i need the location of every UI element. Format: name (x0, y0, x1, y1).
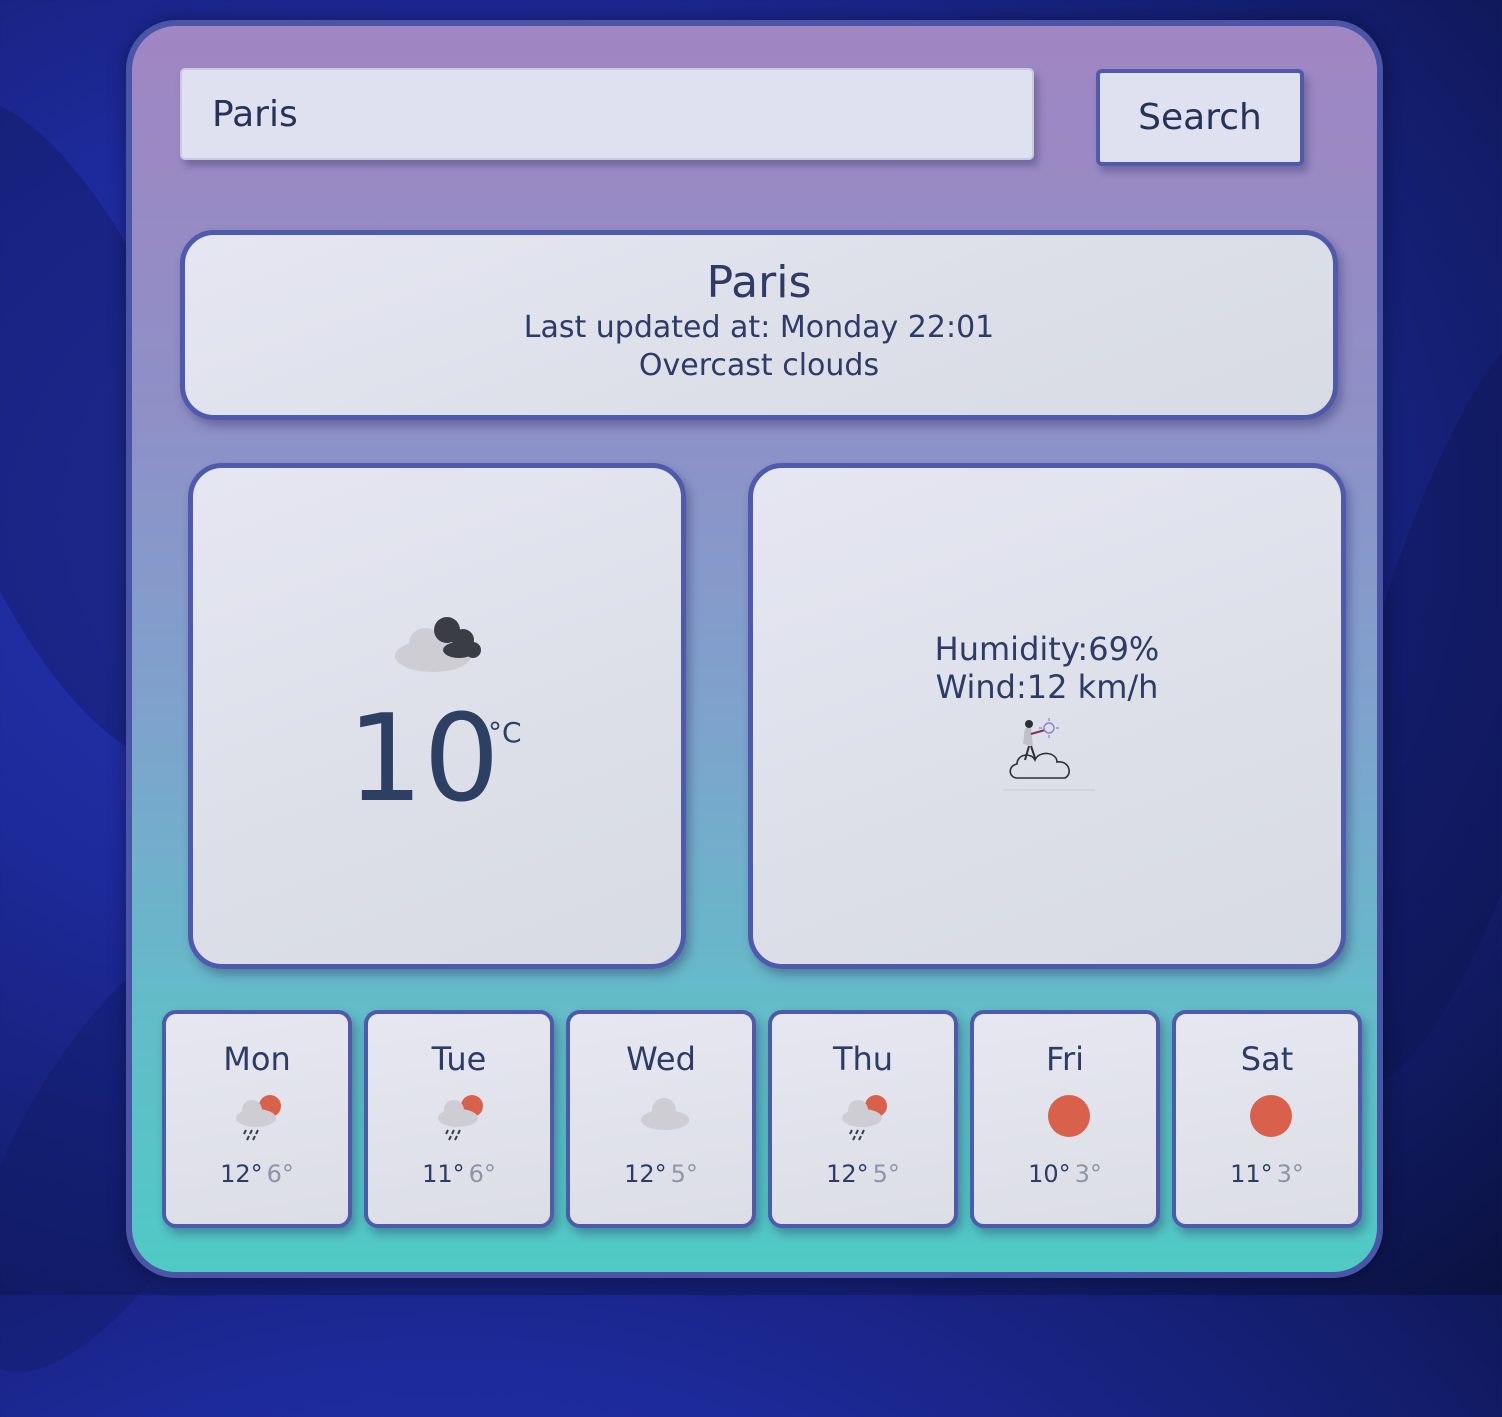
forecast-high: 12° (624, 1160, 667, 1188)
temperature-unit: °C (488, 716, 522, 749)
forecast-day: Mon (223, 1040, 291, 1078)
search-input[interactable] (180, 68, 1034, 160)
person-on-cloud-illustration (999, 716, 1099, 796)
forecast-day: Tue (431, 1040, 487, 1078)
forecast-high: 12° (220, 1160, 263, 1188)
forecast-high: 11° (422, 1160, 465, 1188)
forecast-low: 3° (1276, 1160, 1304, 1188)
rain-sun-icon (772, 1086, 954, 1148)
rain-sun-icon (166, 1086, 348, 1148)
weather-description: Overcast clouds (638, 348, 880, 383)
sun-icon (1176, 1086, 1358, 1148)
forecast-card: Thu 12° 5° (768, 1010, 958, 1228)
forecast-day: Thu (832, 1040, 894, 1078)
search-button[interactable]: Search (1096, 69, 1304, 166)
forecast-card: Fri 10° 3° (970, 1010, 1160, 1228)
temperature-card: 10 °C (188, 463, 686, 969)
forecast-high: 12° (826, 1160, 869, 1188)
cloud-icon (570, 1086, 752, 1148)
temperature-value: 10 (347, 690, 500, 829)
forecast-day: Wed (626, 1040, 696, 1078)
weather-app-container: Search Paris Last updated at: Monday 22:… (126, 20, 1383, 1278)
forecast-day: Sat (1240, 1040, 1294, 1078)
wind-text: Wind:12 km/h (935, 668, 1159, 706)
overcast-clouds-icon (389, 610, 485, 676)
forecast-low: 6° (266, 1160, 294, 1188)
forecast-low: 6° (468, 1160, 496, 1188)
forecast-day: Fri (1045, 1040, 1085, 1078)
details-card: Humidity:69% Wind:12 km/h (748, 463, 1346, 969)
forecast-low: 5° (872, 1160, 900, 1188)
forecast-low: 3° (1074, 1160, 1102, 1188)
city-name: Paris (706, 257, 812, 308)
current-info-card: Paris Last updated at: Monday 22:01 Over… (180, 230, 1338, 420)
forecast-high: 10° (1028, 1160, 1071, 1188)
last-updated-text: Last updated at: Monday 22:01 (523, 310, 995, 345)
forecast-high: 11° (1230, 1160, 1273, 1188)
sun-icon (974, 1086, 1156, 1148)
forecast-low: 5° (670, 1160, 698, 1188)
forecast-card: Sat 11° 3° (1172, 1010, 1362, 1228)
humidity-text: Humidity:69% (934, 630, 1160, 668)
forecast-card: Mon 12° 6° (162, 1010, 352, 1228)
forecast-card: Tue 11° 6° (364, 1010, 554, 1228)
rain-sun-icon (368, 1086, 550, 1148)
forecast-card: Wed 12° 5° (566, 1010, 756, 1228)
